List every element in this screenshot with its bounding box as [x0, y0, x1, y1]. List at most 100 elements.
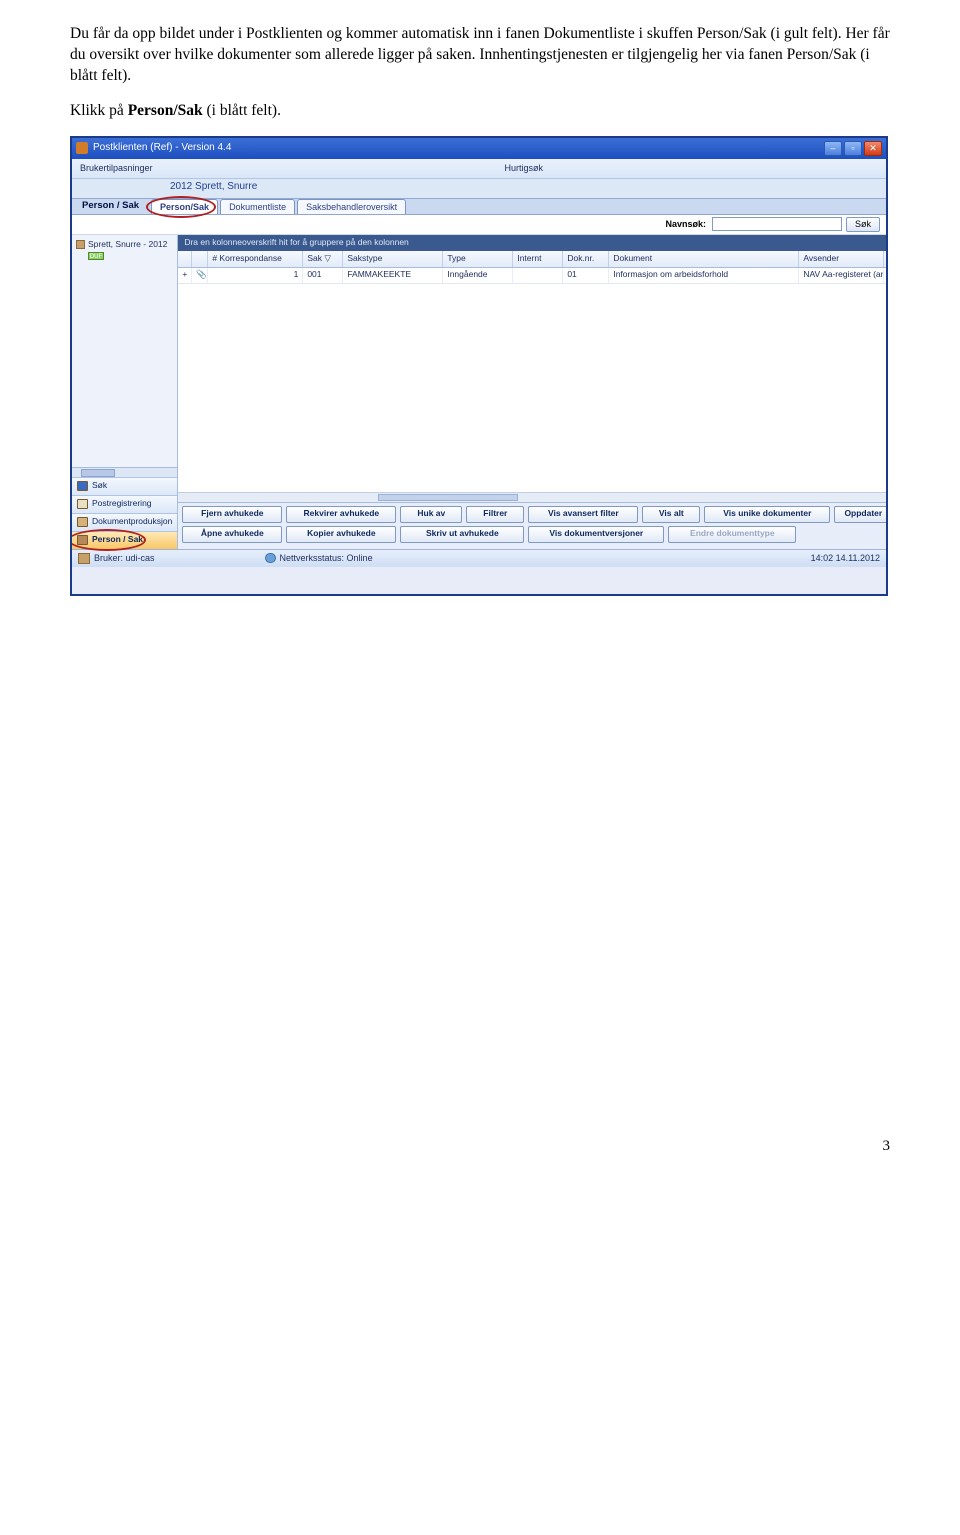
- sok-button[interactable]: Søk: [846, 217, 880, 232]
- cell-sakstype: FAMMAKEEKTE: [343, 268, 443, 283]
- right-panel: Dra en kolonneoverskrift hit for å grupp…: [178, 235, 888, 549]
- para2-bold: Person/Sak: [128, 102, 203, 119]
- oppdater-button[interactable]: Oppdater: [834, 506, 888, 523]
- tab-dokumentliste-label: Dokumentliste: [229, 201, 286, 213]
- cell-korrespondanse: 1: [208, 268, 303, 283]
- minimize-button[interactable]: –: [824, 141, 842, 156]
- status-time: 14:02 14.11.2012: [811, 552, 880, 564]
- tree-root-node[interactable]: Sprett, Snurre - 2012: [76, 239, 173, 250]
- left-panel: Sprett, Snurre - 2012 DUF Søk Postregist…: [72, 235, 178, 549]
- tab-person-sak-label: Person/Sak: [160, 201, 209, 213]
- hurtigsok-label[interactable]: Hurtigsøk: [505, 162, 544, 174]
- attachment-icon: 📎: [192, 268, 208, 283]
- kopier-avhukede-button[interactable]: Kopier avhukede: [286, 526, 396, 543]
- cell-dokument: Informasjon om arbeidsforhold: [609, 268, 799, 283]
- user-icon: [78, 553, 90, 564]
- tab-saksbehandleroversikt[interactable]: Saksbehandleroversikt: [297, 199, 406, 214]
- vis-unike-dokumenter-button[interactable]: Vis unike dokumenter: [704, 506, 830, 523]
- accordion-doc-label: Dokumentproduksjon: [92, 516, 172, 527]
- cell-doknr: 01: [563, 268, 609, 283]
- page-number: 3: [70, 1136, 890, 1156]
- paragraph-2: Klikk på Person/Sak (i blått felt).: [70, 101, 890, 122]
- screenshot-container: Postklienten (Ref) - Version 4.4 – ▫ ✕ B…: [70, 136, 890, 596]
- col-korrespondanse[interactable]: # Korrespondanse: [208, 251, 303, 267]
- fjern-avhukede-button[interactable]: Fjern avhukede: [182, 506, 282, 523]
- tree-root-label: Sprett, Snurre - 2012: [88, 239, 167, 250]
- filtrer-button[interactable]: Filtrer: [466, 506, 524, 523]
- header-strip: 2012 Sprett, Snurre: [72, 179, 886, 199]
- tab-person-sak[interactable]: Person/Sak: [151, 199, 218, 214]
- endre-dokumenttype-button[interactable]: Endre dokumenttype: [668, 526, 796, 543]
- cell-internt: [513, 268, 563, 283]
- left-accordion: Søk Postregistrering Dokumentproduksjon …: [72, 477, 177, 549]
- case-year-name: 2012 Sprett, Snurre: [170, 180, 257, 194]
- group-hint-bar[interactable]: Dra en kolonneoverskrift hit for å grupp…: [178, 235, 888, 251]
- col-sakstype[interactable]: Sakstype: [343, 251, 443, 267]
- app-icon: [76, 142, 88, 154]
- status-network-text: Nettverksstatus: Online: [280, 552, 373, 564]
- brukertilpasninger-menu[interactable]: Brukertilpasninger: [80, 162, 153, 174]
- document-icon: [77, 517, 88, 527]
- top-toolbar: Brukertilpasninger Hurtigsøk: [72, 159, 886, 179]
- section-tabs-bar: Person / Sak Person/Sak Dokumentliste Sa…: [72, 199, 886, 215]
- para2-lead: Klikk på: [70, 102, 128, 119]
- status-network: Nettverksstatus: Online: [265, 552, 373, 564]
- apne-avhukede-button[interactable]: Åpne avhukede: [182, 526, 282, 543]
- tree-scrollbar[interactable]: [72, 467, 177, 477]
- col-type[interactable]: Type: [443, 251, 513, 267]
- tab-dokumentliste[interactable]: Dokumentliste: [220, 199, 295, 214]
- section-title: Person / Sak: [72, 200, 149, 213]
- duf-tag-icon: DUF: [88, 252, 104, 260]
- accordion-postregistrering[interactable]: Postregistrering: [72, 495, 177, 513]
- network-icon: [265, 553, 276, 563]
- tree-tag-node[interactable]: DUF: [88, 252, 173, 260]
- navnsok-input[interactable]: [712, 217, 842, 231]
- cell-type: Inngående: [443, 268, 513, 283]
- vis-dokumentversjoner-button[interactable]: Vis dokumentversjoner: [528, 526, 664, 543]
- col-expand[interactable]: [178, 251, 192, 267]
- vis-alt-button[interactable]: Vis alt: [642, 506, 700, 523]
- tab-saksbehandleroversikt-label: Saksbehandleroversikt: [306, 201, 397, 213]
- window-title: Postklienten (Ref) - Version 4.4: [93, 141, 231, 155]
- navnsok-label: Navnsøk:: [665, 218, 706, 230]
- maximize-button[interactable]: ▫: [844, 141, 862, 156]
- status-bar: Bruker: udi-cas Nettverksstatus: Online …: [72, 549, 886, 567]
- grid-scrollbar[interactable]: [178, 492, 888, 502]
- accordion-person-sak[interactable]: Person / Sak: [72, 531, 177, 549]
- mail-icon: [77, 499, 88, 509]
- table-row[interactable]: + 📎 1 001 FAMMAKEEKTE Inngående 01 Infor…: [178, 268, 888, 284]
- cell-sak: 001: [303, 268, 343, 283]
- col-sak[interactable]: Sak ▽: [303, 251, 343, 267]
- cell-avsender: NAV Aa-registeret (arbeidsgi: [799, 268, 884, 283]
- close-button[interactable]: ✕: [864, 141, 882, 156]
- grid-header: # Korrespondanse Sak ▽ Sakstype Type Int…: [178, 251, 888, 268]
- app-window: Postklienten (Ref) - Version 4.4 – ▫ ✕ B…: [70, 136, 888, 596]
- search-bar: Navnsøk: Søk: [72, 215, 886, 235]
- action-button-panel: Fjern avhukede Rekvirer avhukede Huk av …: [178, 502, 888, 549]
- status-user: Bruker: udi-cas: [94, 552, 155, 564]
- window-titlebar: Postklienten (Ref) - Version 4.4 – ▫ ✕: [72, 138, 886, 159]
- paragraph-1: Du får da opp bildet under i Postkliente…: [70, 24, 890, 87]
- col-internt[interactable]: Internt: [513, 251, 563, 267]
- accordion-sok-label: Søk: [92, 480, 107, 491]
- scroll-thumb[interactable]: [81, 469, 115, 477]
- rekvirer-avhukede-button[interactable]: Rekvirer avhukede: [286, 506, 396, 523]
- huk-av-button[interactable]: Huk av: [400, 506, 462, 523]
- col-dokument[interactable]: Dokument: [609, 251, 799, 267]
- expand-toggle[interactable]: +: [178, 268, 192, 283]
- skriv-ut-avhukede-button[interactable]: Skriv ut avhukede: [400, 526, 524, 543]
- person-icon: [76, 240, 85, 249]
- grid-empty-area: [178, 284, 888, 492]
- col-avsender[interactable]: Avsender: [799, 251, 884, 267]
- scroll-thumb[interactable]: [378, 494, 518, 501]
- accordion-dokumentproduksjon[interactable]: Dokumentproduksjon: [72, 513, 177, 531]
- accordion-sok[interactable]: Søk: [72, 477, 177, 495]
- col-attach[interactable]: [192, 251, 208, 267]
- col-doknr[interactable]: Dok.nr.: [563, 251, 609, 267]
- search-icon: [77, 481, 88, 491]
- highlight-oval-icon: [70, 529, 146, 551]
- accordion-post-label: Postregistrering: [92, 498, 152, 509]
- vis-avansert-filter-button[interactable]: Vis avansert filter: [528, 506, 638, 523]
- case-tree[interactable]: Sprett, Snurre - 2012 DUF: [72, 235, 177, 467]
- para2-tail: (i blått felt).: [203, 102, 281, 119]
